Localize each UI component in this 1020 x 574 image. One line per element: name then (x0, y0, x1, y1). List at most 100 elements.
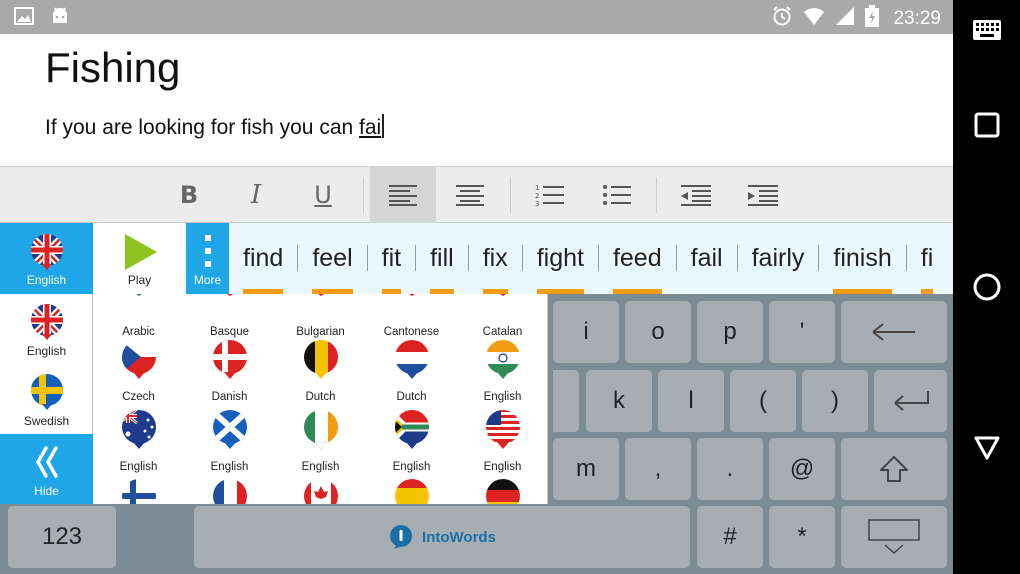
keyboard-switch-button[interactable] (953, 0, 1020, 60)
key-comma[interactable]: , (625, 438, 691, 500)
word-suggestion[interactable]: feel (298, 223, 366, 294)
key-period[interactable]: . (697, 438, 763, 500)
word-suggestion[interactable]: fight (523, 223, 598, 294)
svg-text:1: 1 (535, 184, 539, 192)
key-at[interactable]: @ (769, 438, 835, 500)
italic-button[interactable]: I (223, 167, 289, 223)
language-cantonese[interactable]: Cantonese (366, 294, 457, 344)
more-button[interactable]: More (186, 223, 229, 294)
language-spanish[interactable] (366, 478, 457, 504)
underline-icon: U (314, 181, 332, 209)
key-j-partial[interactable] (553, 370, 579, 432)
body-text-before: If you are looking for fish you can (45, 116, 360, 139)
key-close-paren[interactable]: ) (802, 370, 868, 432)
key-l[interactable]: l (658, 370, 724, 432)
word-suggestions: find feel fit fill fix fight feed fail f… (229, 223, 947, 294)
language-dutch-belgium[interactable]: Dutch (275, 339, 366, 409)
key-asterisk[interactable]: * (769, 506, 835, 568)
numbered-list-button[interactable]: 123 (517, 167, 583, 223)
key-k[interactable]: k (586, 370, 652, 432)
germany-flag-icon (486, 479, 520, 504)
align-left-button[interactable] (370, 167, 436, 223)
key-open-paren[interactable]: ( (730, 370, 796, 432)
language-catalan[interactable]: Catalan (457, 294, 548, 344)
alarm-icon (771, 5, 793, 32)
word-suggestion[interactable]: fill (416, 223, 468, 294)
key-p[interactable]: p (697, 301, 763, 363)
backspace-arrow-icon (872, 323, 915, 341)
language-czech[interactable]: Czech (93, 339, 184, 409)
space-key[interactable]: IntoWords (194, 506, 690, 568)
recents-button[interactable] (953, 95, 1020, 155)
language-english-india[interactable]: English (457, 339, 548, 409)
language-finnish[interactable] (93, 478, 184, 504)
language-arabic[interactable]: Arabic (93, 294, 184, 344)
svg-text:3: 3 (535, 200, 539, 207)
language-bulgarian[interactable]: Bulgarian (275, 294, 366, 344)
word-suggestion[interactable]: fail (677, 223, 737, 294)
word-suggestion[interactable]: fairly (738, 223, 819, 294)
language-option-swedish[interactable]: Swedish (0, 364, 93, 434)
back-button[interactable] (953, 418, 1020, 478)
word-suggestion[interactable]: fit (368, 223, 415, 294)
language-french[interactable] (184, 478, 275, 504)
document-editor[interactable]: Fishing If you are looking for fish you … (0, 34, 953, 166)
language-german[interactable] (457, 478, 548, 504)
hide-language-panel-button[interactable]: Hide (0, 434, 93, 504)
language-english-australia[interactable]: English (93, 409, 184, 479)
language-panel: English Swedish Hide Arabic Basque Bulga… (0, 294, 548, 504)
format-toolbar: B I U 123 (0, 166, 953, 223)
numbers-key[interactable]: 123 (8, 506, 116, 568)
text-caret (382, 114, 385, 138)
enter-arrow-icon (893, 391, 929, 411)
play-button-label: Play (127, 273, 152, 287)
align-center-button[interactable] (437, 167, 503, 223)
battery-charging-icon (865, 5, 880, 32)
word-suggestion[interactable]: find (229, 223, 297, 294)
language-basque[interactable]: Basque (184, 294, 275, 344)
word-suggestion[interactable]: finish (819, 223, 905, 294)
key-i[interactable]: i (553, 301, 619, 363)
android-notification-icon (50, 6, 70, 31)
word-suggestion[interactable]: fi (907, 223, 948, 294)
key-m[interactable]: m (553, 438, 619, 500)
word-suggestion[interactable]: feed (599, 223, 676, 294)
decrease-indent-button[interactable] (663, 167, 729, 223)
australia-flag-icon (122, 410, 156, 449)
play-button[interactable]: Play (93, 223, 186, 294)
netherlands-flag-icon (395, 340, 429, 379)
toolbar-divider (510, 177, 511, 213)
shift-key[interactable] (841, 438, 947, 500)
bullet-list-button[interactable] (584, 167, 650, 223)
signal-icon (835, 6, 855, 31)
language-danish[interactable]: Danish (184, 339, 275, 409)
intowords-brand: IntoWords (194, 506, 690, 568)
backspace-key[interactable] (841, 301, 947, 363)
key-apostrophe[interactable]: ' (769, 301, 835, 363)
ireland-flag-icon (304, 410, 338, 450)
language-dutch-netherlands[interactable]: Dutch (366, 339, 457, 409)
underline-button[interactable]: U (290, 167, 356, 223)
language-english-ireland[interactable]: English (275, 409, 366, 479)
czech-flag-icon (122, 340, 156, 379)
language-english-usa[interactable]: English (457, 409, 548, 479)
language-french-canada[interactable] (275, 478, 366, 504)
home-circle-icon (973, 273, 1000, 301)
increase-indent-button[interactable] (730, 167, 796, 223)
more-dots-icon (204, 235, 211, 267)
hide-keyboard-key[interactable] (841, 506, 947, 568)
finland-flag-icon (122, 479, 156, 504)
language-button[interactable]: English (0, 223, 93, 294)
key-hash[interactable]: # (697, 506, 763, 568)
language-english-scotland[interactable]: English (184, 409, 275, 479)
key-o[interactable]: o (625, 301, 691, 363)
home-button[interactable] (953, 257, 1020, 317)
wifi-icon (803, 6, 825, 31)
enter-key[interactable] (874, 370, 947, 432)
word-suggestion[interactable]: fix (469, 223, 522, 294)
align-left-icon (389, 185, 417, 206)
language-option-english[interactable]: English (0, 294, 93, 364)
prediction-bar: English Play More find feel fit fill fix… (0, 223, 953, 294)
language-english-south-africa[interactable]: English (366, 409, 457, 479)
bold-button[interactable]: B (156, 167, 222, 223)
